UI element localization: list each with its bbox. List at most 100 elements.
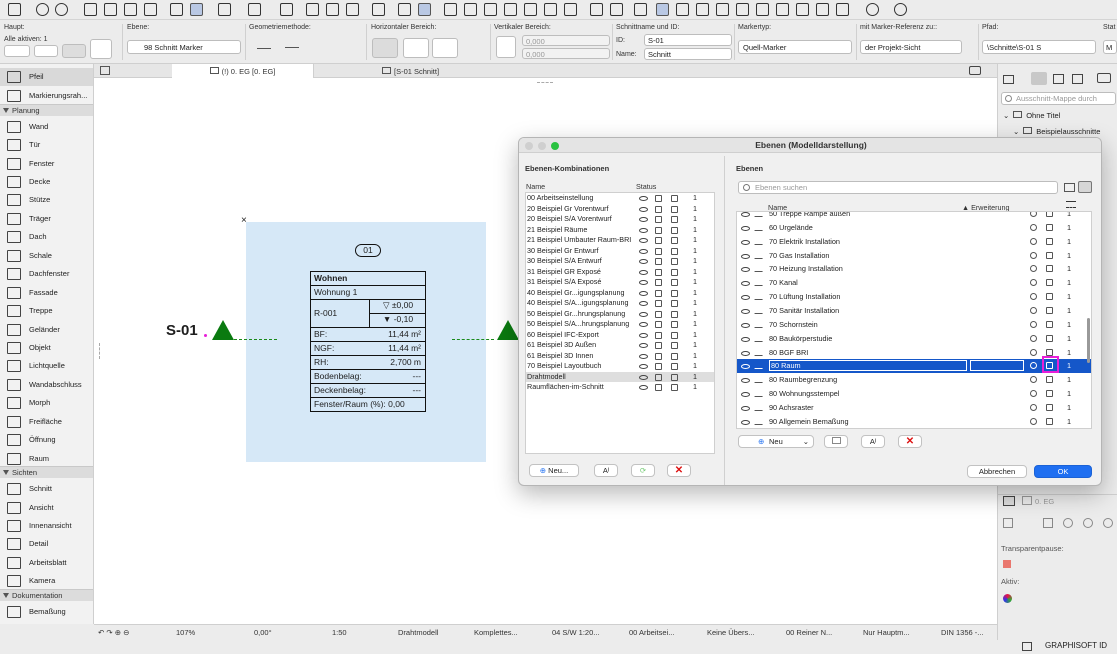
minimize-window-button[interactable] [538, 142, 546, 150]
tool-view-item[interactable]: Arbeitsblatt [0, 554, 93, 572]
lock-icon[interactable] [655, 195, 662, 202]
lock-icon[interactable] [754, 404, 766, 411]
layer-icon[interactable] [1043, 518, 1053, 528]
properties-icon[interactable] [1003, 496, 1015, 506]
tree-child[interactable]: ⌄ Beispielausschnitte [1013, 127, 1100, 136]
eye-icon[interactable] [639, 343, 648, 348]
eye-icon[interactable] [639, 311, 648, 317]
view-settings-icon[interactable] [1003, 518, 1013, 528]
layer-search-input[interactable]: Ebenen suchen [738, 181, 1058, 194]
visibility-icon[interactable] [1030, 223, 1037, 231]
tool-marquee[interactable]: Markierungsrah... [0, 87, 93, 105]
pen-set-value[interactable]: 04 S/W 1:20... [552, 628, 600, 637]
selection-button[interactable] [34, 45, 58, 57]
wireframe-icon[interactable] [1046, 376, 1053, 384]
visibility-icon[interactable] [1030, 362, 1037, 370]
section-planning[interactable]: Planung [0, 103, 93, 116]
delete-layer-button[interactable]: ✕ [898, 435, 922, 448]
combination-row[interactable]: 40 Beispiel Gr...igungsplanung 1 [526, 288, 714, 299]
layer-row[interactable]: 80 Wohnungsstempel 1 [737, 387, 1091, 401]
new-combination-button[interactable]: ⊕ Neu... [529, 464, 579, 477]
lock-icon[interactable] [655, 247, 662, 255]
section-documentation[interactable]: Dokumentation [0, 588, 93, 601]
marker-type-icon[interactable] [90, 39, 112, 59]
layer-state-icon[interactable] [671, 342, 678, 349]
tool-icon[interactable] [676, 3, 689, 16]
tool-doc-item[interactable]: Bemaßung [0, 603, 93, 621]
status-field[interactable]: M [1103, 40, 1117, 54]
combination-row[interactable]: 00 Arbeitseinstellung 1 [526, 193, 714, 204]
tool-icon[interactable] [634, 3, 647, 16]
lock-icon[interactable] [655, 258, 662, 265]
tool-planning-item[interactable]: Lichtquelle [0, 357, 93, 375]
lock-icon[interactable] [655, 384, 662, 391]
visibility-icon[interactable] [1030, 237, 1037, 245]
tool-icon[interactable] [836, 3, 849, 16]
tool-view-item[interactable]: Detail [0, 535, 93, 553]
tree-root[interactable]: ⌄ Ohne Titel [1003, 111, 1060, 120]
eye-icon[interactable] [639, 206, 648, 212]
lock-icon[interactable] [655, 321, 662, 328]
horizontal-range-option[interactable] [432, 38, 458, 58]
layer-state-icon[interactable] [671, 205, 678, 213]
tool-arrow[interactable]: Pfeil [0, 68, 93, 86]
tool-planning-item[interactable]: Freifläche [0, 413, 93, 431]
layer-row[interactable]: 60 Urgelände 1 [737, 221, 1091, 235]
list-view-icon[interactable] [1078, 181, 1092, 193]
eye-icon[interactable] [639, 227, 648, 233]
layer-row[interactable]: 90 Allgemein Bemaßung 1 [737, 415, 1091, 428]
lock-icon[interactable] [754, 266, 766, 273]
marker-ref-select[interactable]: der Projekt-Sicht [860, 40, 962, 54]
tool-planning-item[interactable]: Dachfenster [0, 265, 93, 283]
layer-row[interactable]: 80 Raumbegrenzung 1 [737, 373, 1091, 387]
graphisoft-id-label[interactable]: GRAPHISOFT ID [1045, 641, 1107, 650]
redo-icon[interactable] [55, 3, 68, 16]
tool-view-item[interactable]: Schnitt [0, 480, 93, 498]
rename-button[interactable]: Aᴵ [594, 464, 618, 477]
layer-icon[interactable] [1063, 518, 1073, 528]
room-stamp[interactable]: Wohnen Wohnung 1 R-001 ▽ ±0,00 ▼ -0,10 B… [310, 271, 426, 412]
lock-icon[interactable] [655, 331, 662, 339]
combination-row[interactable]: 31 Beispiel GR Exposé 1 [526, 267, 714, 278]
scale-value[interactable]: 1:50 [332, 628, 347, 637]
visibility-icon[interactable] [1030, 279, 1037, 287]
horizontal-range-option[interactable] [403, 38, 429, 58]
layer-state-icon[interactable] [671, 258, 678, 265]
lock-icon[interactable] [655, 268, 662, 276]
eye-icon[interactable] [639, 280, 648, 285]
lock-icon[interactable] [754, 212, 766, 217]
layer-row[interactable]: 70 Elektrik Installation 1 [737, 235, 1091, 249]
tool-planning-item[interactable]: Träger [0, 210, 93, 228]
layer-icon[interactable] [1103, 518, 1113, 528]
layer-row[interactable]: 80 Baukörperstudie 1 [737, 332, 1091, 346]
tool-icon[interactable] [866, 3, 879, 16]
lock-icon[interactable] [655, 310, 662, 318]
project-map-icon[interactable] [1003, 75, 1014, 84]
lock-icon[interactable] [655, 279, 662, 286]
tool-planning-item[interactable]: Schale [0, 247, 93, 265]
selection-button[interactable] [4, 45, 30, 57]
active-color-icon[interactable] [1003, 594, 1012, 603]
eye-icon[interactable] [639, 248, 648, 254]
eye-icon[interactable] [639, 217, 648, 222]
eye-icon[interactable] [639, 238, 648, 243]
layer-select[interactable]: 98 Schnitt Marker [127, 40, 241, 54]
eye-icon[interactable] [741, 267, 750, 273]
tool-view-item[interactable]: Innenansicht [0, 517, 93, 535]
visibility-icon[interactable] [1030, 251, 1037, 259]
tool-planning-item[interactable]: Wandabschluss [0, 376, 93, 394]
tab-floor-plan[interactable]: (!) 0. EG [0. EG] [172, 64, 314, 78]
layer-state-icon[interactable] [671, 279, 678, 286]
eye-icon[interactable] [741, 225, 750, 231]
lock-icon[interactable] [655, 237, 662, 244]
wireframe-icon[interactable] [1046, 251, 1053, 259]
layer-state-icon[interactable] [671, 195, 678, 202]
eye-icon[interactable] [639, 259, 648, 264]
combination-row[interactable]: 30 Beispiel S/A Entwurf 1 [526, 256, 714, 267]
lock-icon[interactable] [655, 300, 662, 307]
tool-icon[interactable] [544, 3, 557, 16]
tool-planning-item[interactable]: Fassade [0, 284, 93, 302]
layer-state-icon[interactable] [671, 247, 678, 255]
eye-icon[interactable] [639, 301, 648, 306]
ok-button[interactable]: OK [1034, 465, 1092, 478]
